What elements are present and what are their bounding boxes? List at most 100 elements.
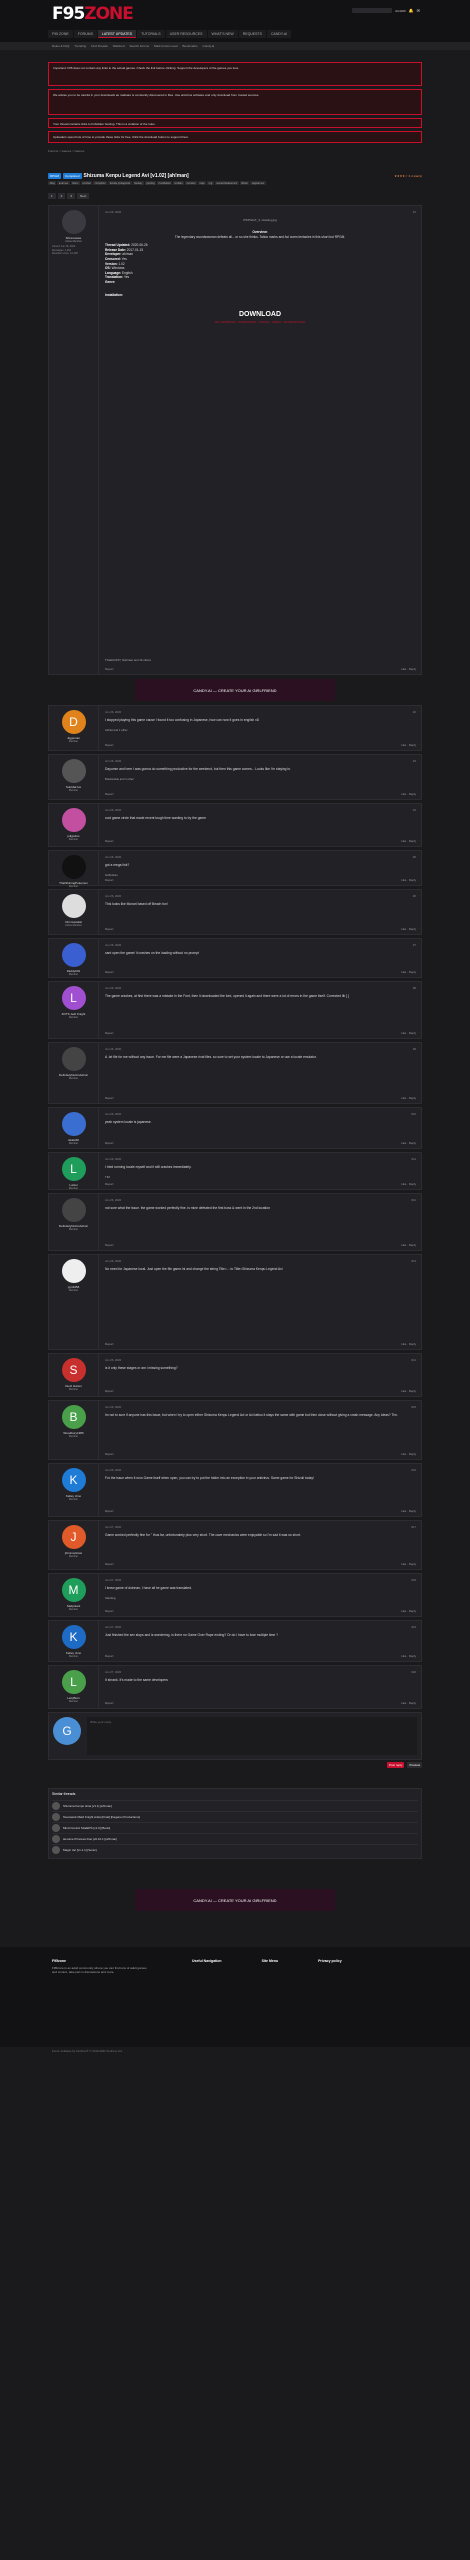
like-button[interactable]: Like bbox=[401, 1243, 406, 1247]
post-date[interactable]: Jun 27, 2020 bbox=[105, 1625, 415, 1629]
avatar[interactable] bbox=[61, 1259, 86, 1283]
reaction-bar[interactable]: ThisEGOIST, Nebinian and 16 others bbox=[105, 658, 151, 662]
report-button[interactable]: Report bbox=[105, 1243, 113, 1247]
report-button[interactable]: Report bbox=[105, 743, 113, 747]
tag[interactable]: humiliation bbox=[157, 181, 173, 185]
nav-item[interactable]: FORUMS bbox=[73, 30, 97, 38]
tag[interactable]: titfuck bbox=[239, 181, 250, 185]
ad-banner[interactable]: CANDY.AI — CREATE YOUR AI GIRLFRIEND bbox=[135, 679, 335, 701]
reply-button[interactable]: Reply bbox=[409, 1243, 416, 1247]
avatar[interactable] bbox=[61, 1047, 86, 1071]
reply-button[interactable]: Reply bbox=[409, 1509, 416, 1513]
reply-button[interactable]: Reply bbox=[409, 743, 416, 747]
subnav-item[interactable]: Find threads bbox=[91, 44, 108, 48]
tag[interactable]: vaginal sex bbox=[250, 181, 266, 185]
like-button[interactable]: Like bbox=[401, 878, 406, 882]
post-date[interactable]: Jun 26, 2020 bbox=[105, 710, 415, 714]
site-logo[interactable]: F95ZONE bbox=[52, 4, 134, 24]
post-date[interactable]: Jun 26, 2020 bbox=[105, 1112, 415, 1116]
reply-button[interactable]: Reply bbox=[409, 1141, 416, 1145]
tag[interactable]: bdsm bbox=[70, 181, 80, 185]
post-number[interactable]: #16 bbox=[411, 1468, 416, 1472]
like-button[interactable]: Like bbox=[401, 1509, 406, 1513]
like-button[interactable]: Like bbox=[401, 1654, 406, 1658]
nav-item[interactable]: TUTORIALS bbox=[137, 30, 165, 38]
avatar[interactable]: J bbox=[61, 1525, 86, 1549]
post-number[interactable]: #9 bbox=[413, 1047, 416, 1051]
tag[interactable]: corruption bbox=[93, 181, 108, 185]
report-button[interactable]: Report bbox=[105, 792, 113, 796]
tag[interactable]: lesbian bbox=[173, 181, 185, 185]
post-date[interactable]: Jun 26, 2020 bbox=[105, 1157, 415, 1161]
like-button[interactable]: Like bbox=[401, 792, 406, 796]
report-button[interactable]: Report bbox=[105, 1031, 113, 1035]
post-date[interactable]: Jun 26, 2020 bbox=[105, 1198, 415, 1202]
reply-button[interactable]: Reply bbox=[409, 1342, 416, 1346]
privacy-link[interactable]: Privacy policy bbox=[318, 1959, 342, 1963]
report-button[interactable]: Report bbox=[105, 667, 113, 671]
reply-button[interactable]: Reply bbox=[409, 839, 416, 843]
post-date[interactable]: Jun 26, 2020 bbox=[105, 986, 415, 990]
preview-button[interactable]: Preview bbox=[407, 1762, 422, 1768]
reply-button[interactable]: Reply bbox=[409, 1096, 416, 1100]
avatar[interactable]: M bbox=[61, 1578, 86, 1602]
avatar[interactable] bbox=[61, 1112, 86, 1136]
subnav-item[interactable]: Rules & FAQ bbox=[52, 44, 69, 48]
post-date[interactable]: Jun 26, 2020 bbox=[105, 1259, 415, 1263]
tag[interactable]: groping bbox=[144, 181, 157, 185]
avatar[interactable] bbox=[61, 808, 86, 832]
tag[interactable]: sexual harassment bbox=[214, 181, 239, 185]
tag[interactable]: rpg bbox=[207, 181, 214, 185]
subnav-item[interactable]: Bookmarks bbox=[183, 44, 198, 48]
page-link[interactable]: 1 bbox=[48, 193, 56, 199]
tag[interactable]: 3dcg bbox=[48, 181, 57, 185]
download-links[interactable]: Win: MIXDROP - PIXELDRAIN - GOFILE - MEG… bbox=[105, 320, 415, 324]
nav-item[interactable]: WHAT'S NEW bbox=[207, 30, 238, 38]
post-number[interactable]: #13 bbox=[411, 1259, 416, 1263]
like-button[interactable]: Like bbox=[401, 1031, 406, 1035]
similar-row[interactable]: Teamwork Maid Knight Anita [Final] [Kage… bbox=[52, 1811, 418, 1822]
page-link[interactable]: 2 bbox=[57, 193, 66, 199]
post-date[interactable]: Jun 26, 2020 bbox=[105, 1468, 415, 1472]
similar-thread-title[interactable]: Mind Control SLEEPS [v1.0] [Bodo] bbox=[63, 1826, 418, 1830]
like-button[interactable]: Like bbox=[401, 1141, 406, 1145]
bell-icon[interactable]: 🔔 bbox=[409, 8, 414, 13]
cover-image[interactable]: P5rPhdxT_3. Hosting.jpg bbox=[105, 218, 415, 222]
breadcrumb[interactable]: Forums > Games > Games bbox=[48, 149, 422, 153]
like-button[interactable]: Like bbox=[401, 1096, 406, 1100]
reaction-bar[interactable]: Ashlel and 1 other bbox=[105, 728, 415, 732]
subnav-item[interactable]: Mark forums read bbox=[154, 44, 178, 48]
like-button[interactable]: Like bbox=[401, 1701, 406, 1705]
post-date[interactable]: Jun 27, 2020 bbox=[105, 1525, 415, 1529]
report-button[interactable]: Report bbox=[105, 970, 113, 974]
like-button[interactable]: Like bbox=[401, 970, 406, 974]
like-button[interactable]: Like bbox=[401, 927, 406, 931]
report-button[interactable]: Report bbox=[105, 1654, 113, 1658]
username[interactable]: shin000 bbox=[395, 9, 406, 13]
subnav-item[interactable]: Search forums bbox=[130, 44, 150, 48]
nav-item[interactable]: USER RESOURCES bbox=[165, 30, 207, 38]
thread-rating[interactable]: ★★★★☆ 3.4 star(s) bbox=[394, 174, 422, 178]
similar-row[interactable]: Shizuma Kenpu Hina [v1.1] [ah!man] bbox=[52, 1800, 418, 1811]
report-button[interactable]: Report bbox=[105, 1701, 113, 1705]
post-number[interactable]: #5 bbox=[413, 855, 416, 859]
avatar[interactable] bbox=[61, 1198, 86, 1222]
reply-button[interactable]: Reply bbox=[409, 1701, 416, 1705]
post-number[interactable]: #18 bbox=[411, 1578, 416, 1582]
page-link[interactable]: 3 bbox=[67, 193, 76, 199]
post-date[interactable]: Jun 26, 2020 bbox=[105, 1358, 415, 1362]
post-number[interactable]: #10 bbox=[411, 1112, 416, 1116]
post-number[interactable]: #8 bbox=[413, 986, 416, 990]
avatar[interactable]: L bbox=[61, 986, 86, 1010]
similar-thread-title[interactable]: Heroine Princess Duo [v0.10.1] [ah!man] bbox=[63, 1837, 418, 1841]
search-input[interactable] bbox=[352, 8, 393, 13]
reply-button[interactable]: Reply bbox=[409, 878, 416, 882]
post-date[interactable]: Jun 26, 2020 bbox=[105, 894, 415, 898]
reply-button[interactable]: Reply bbox=[409, 927, 416, 931]
reply-button[interactable]: Reply bbox=[409, 1182, 416, 1186]
post-date[interactable]: Jun 27, 2020 bbox=[105, 1670, 415, 1674]
like-button[interactable]: Like bbox=[401, 743, 406, 747]
nav-item[interactable]: F95 ZONE bbox=[48, 30, 73, 38]
avatar[interactable]: L bbox=[61, 1157, 86, 1181]
like-button[interactable]: Like bbox=[401, 1562, 406, 1566]
